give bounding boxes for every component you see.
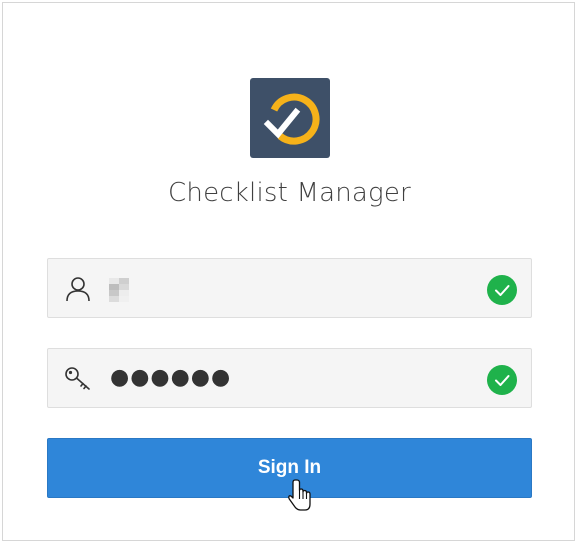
key-icon	[64, 365, 92, 393]
password-field[interactable]: ●●●●●●	[47, 348, 532, 408]
redacted-username	[109, 278, 129, 302]
app-title: Checklist Manager	[168, 178, 411, 208]
hand-cursor-icon	[288, 478, 314, 516]
password-value: ●●●●●●	[110, 365, 232, 390]
check-circle-icon	[487, 365, 517, 395]
username-field[interactable]	[47, 258, 532, 318]
check-circle-icon	[487, 275, 517, 305]
checklist-logo-icon	[250, 78, 330, 158]
user-icon	[64, 275, 92, 303]
